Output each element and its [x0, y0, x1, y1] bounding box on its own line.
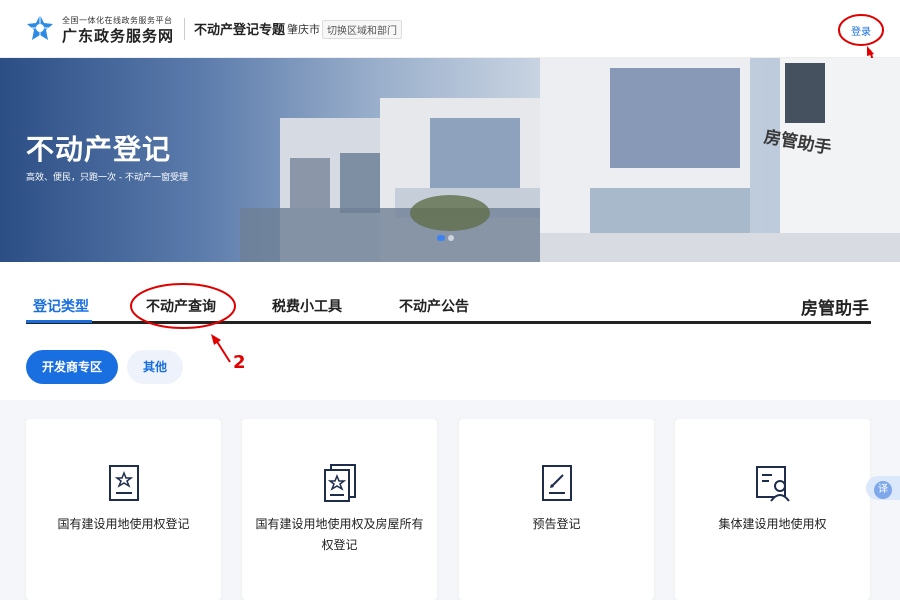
switch-region-button[interactable]: 切换区域和部门: [322, 20, 402, 39]
active-tab-indicator: [26, 320, 92, 323]
carousel-dot[interactable]: [448, 235, 454, 241]
card-land-and-house-right[interactable]: 国有建设用地使用权及房屋所有权登记: [242, 419, 437, 600]
banner-subtitle: 高效、便民，只跑一次 - 不动产一窗受理: [26, 173, 188, 183]
card-state-land-use-right[interactable]: 国有建设用地使用权登记: [26, 419, 221, 600]
developer-zone-button[interactable]: 开发商专区: [26, 350, 119, 384]
tab-registration-type[interactable]: 登记类型: [33, 296, 89, 316]
card-collective-land-use-right[interactable]: 集体建设用地使用权: [675, 419, 870, 600]
current-city: 肇庆市: [287, 23, 320, 36]
other-button[interactable]: 其他: [127, 350, 184, 384]
hero-banner: 不动产登记 高效、便民，只跑一次 - 不动产一窗受理 房管助手: [0, 58, 900, 262]
carousel-dot[interactable]: [437, 235, 445, 241]
tab-tax-tools[interactable]: 税费小工具: [272, 296, 342, 316]
card-advance-notice-registration[interactable]: 预告登记: [459, 419, 654, 600]
header-divider: [184, 18, 185, 40]
tab-property-notice[interactable]: 不动产公告: [399, 296, 469, 316]
top-header: 全国一体化在线政务服务平台 广东政务服务网 不动产登记专题 肇庆市 切换区域和部…: [0, 0, 900, 58]
card-label: 集体建设用地使用权: [718, 517, 827, 531]
carousel-dots: [437, 226, 457, 245]
document-pen-icon: [542, 465, 572, 501]
card-label: 国有建设用地使用权登记: [57, 517, 190, 531]
card-label: 国有建设用地使用权及房屋所有权登记: [255, 517, 424, 552]
logo-title[interactable]: 广东政务服务网: [62, 25, 174, 46]
card-label: 预告登记: [532, 517, 581, 531]
banner-title: 不动产登记: [26, 133, 172, 166]
id-card-person-icon: [756, 466, 790, 502]
translate-button[interactable]: 译: [866, 476, 900, 500]
translate-icon: 译: [874, 481, 892, 499]
certificate-star-icon: [109, 465, 139, 501]
gd-gov-logo-icon[interactable]: [26, 14, 54, 42]
tabs-right-label: 房管助手: [801, 299, 869, 319]
certificate-stack-icon: [324, 464, 356, 502]
annotation-number-2: 2: [233, 352, 246, 373]
topic-title: 不动产登记专题: [194, 23, 286, 38]
